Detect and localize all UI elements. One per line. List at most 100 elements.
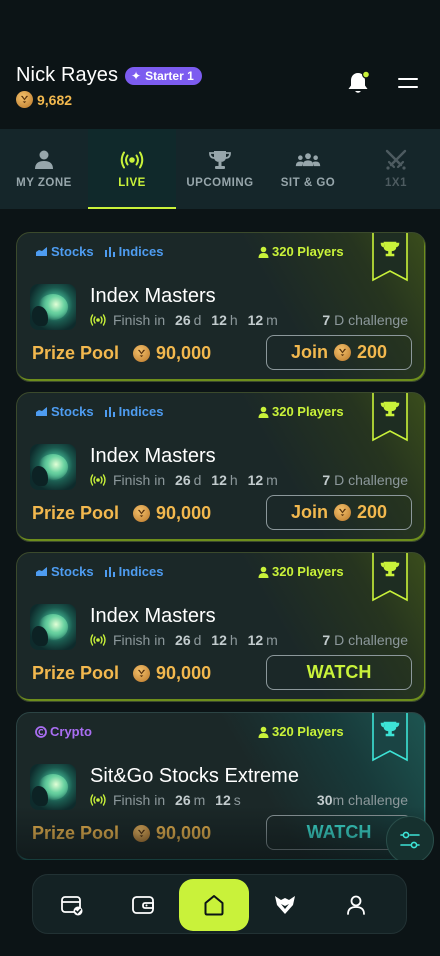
trophy-icon (209, 151, 231, 169)
nav-wallet[interactable] (108, 879, 178, 931)
coin-icon (133, 345, 151, 362)
tab-1x1[interactable]: 1X1 (352, 129, 440, 209)
indices-icon (104, 407, 115, 417)
tag-crypto: Crypto (35, 724, 92, 739)
indices-icon (104, 247, 115, 257)
coin-icon (133, 665, 151, 682)
tier-badge[interactable]: ✦ Starter 1 (125, 67, 202, 85)
indices-icon (104, 567, 115, 577)
broadcast-icon (120, 151, 144, 169)
players-count: 320 Players (258, 564, 344, 579)
crossed-swords-icon (385, 149, 407, 170)
coin-icon (16, 91, 33, 108)
app-header: Nick Rayes ✦ Starter 1 9,682 (0, 0, 440, 129)
finish-countdown: Finish in 26 d 12 h 12 m (90, 632, 278, 648)
tournament-thumbnail (30, 604, 76, 650)
finish-countdown: Finish in 26 d 12 h 12 m (90, 312, 278, 328)
card-tags: Crypto (35, 724, 92, 739)
tournament-title: Sit&Go Stocks Extreme (90, 765, 299, 787)
stocks-icon (36, 407, 47, 416)
trophy-ribbon-icon (372, 233, 408, 282)
finish-countdown: Finish in 26 d 12 h 12 m (90, 472, 278, 488)
trophy-ribbon-icon (372, 713, 408, 762)
tournament-card[interactable]: Stocks Indices 320 Players Index Masters… (16, 392, 426, 542)
group-icon (295, 153, 321, 167)
tag-indices: Indices (104, 244, 163, 259)
tab-live[interactable]: LIVE (88, 129, 176, 209)
tag-stocks: Stocks (35, 564, 94, 579)
prize-pool: Prize Pool 90,000 (32, 823, 212, 843)
filter-button[interactable] (386, 816, 434, 864)
sparkle-icon: ✦ (131, 69, 142, 83)
bell-icon[interactable] (346, 70, 370, 96)
prize-pool: Prize Pool 90,000 (32, 343, 212, 363)
person-icon (258, 246, 269, 258)
nav-home[interactable] (179, 879, 249, 931)
challenge-duration: 7 D challenge (322, 312, 408, 328)
trophy-ribbon-icon (372, 393, 408, 442)
wallet-icon (132, 896, 154, 914)
tier-badge-label: Starter 1 (145, 69, 194, 83)
tournament-thumbnail (30, 284, 76, 330)
tab-sit-and-go[interactable]: SIT & GO (264, 129, 352, 209)
card-tags: Stocks Indices (35, 564, 163, 579)
tournament-thumbnail (30, 444, 76, 490)
home-icon (204, 895, 224, 916)
tournament-card[interactable]: Stocks Indices 320 Players Index Masters… (16, 552, 426, 702)
join-button[interactable]: Join 200 (266, 495, 412, 530)
tournament-title: Index Masters (90, 605, 216, 627)
category-tabs: MY ZONE LIVE UPCOMING SIT & GO 1X1 (0, 129, 440, 209)
bottom-navigation (32, 874, 407, 934)
card-tags: Stocks Indices (35, 404, 163, 419)
tournament-thumbnail (30, 764, 76, 810)
finish-countdown: Finish in 26 m 12 s (90, 792, 241, 808)
coin-balance: 9,682 (16, 91, 72, 108)
tournament-title: Index Masters (90, 285, 216, 307)
person-icon (35, 150, 53, 169)
tab-my-zone[interactable]: MY ZONE (0, 129, 88, 209)
card-tags: Stocks Indices (35, 244, 163, 259)
players-count: 320 Players (258, 724, 344, 739)
person-icon (258, 726, 269, 738)
coin-icon (133, 825, 151, 842)
nav-wallet-check[interactable] (37, 879, 107, 931)
challenge-duration: 7 D challenge (322, 472, 408, 488)
person-icon (258, 566, 269, 578)
live-icon (90, 314, 106, 326)
person-icon (258, 406, 269, 418)
wallet-check-icon (61, 896, 83, 916)
user-name: Nick Rayes (16, 64, 119, 86)
tournament-card[interactable]: Crypto 320 Players Sit&Go Stocks Extreme… (16, 712, 426, 862)
live-icon (90, 634, 106, 646)
nav-profile[interactable] (321, 879, 391, 931)
coin-icon (133, 505, 151, 522)
live-icon (90, 794, 106, 806)
live-icon (90, 474, 106, 486)
prize-pool: Prize Pool 90,000 (32, 663, 212, 683)
players-count: 320 Players (258, 244, 344, 259)
filter-sliders-icon (400, 831, 420, 849)
trophy-ribbon-icon (372, 553, 408, 602)
tournament-title: Index Masters (90, 445, 216, 467)
tab-upcoming[interactable]: UPCOMING (176, 129, 264, 209)
tag-indices: Indices (104, 564, 163, 579)
challenge-duration: 30m challenge (316, 792, 408, 808)
players-count: 320 Players (258, 404, 344, 419)
tag-stocks: Stocks (35, 244, 94, 259)
watch-button[interactable]: WATCH (266, 655, 412, 690)
join-button[interactable]: Join 200 (266, 335, 412, 370)
stocks-icon (36, 567, 47, 576)
profile-icon (347, 895, 365, 915)
menu-icon[interactable] (398, 76, 418, 90)
tournament-card[interactable]: Stocks Indices 320 Players Index Masters… (16, 232, 426, 382)
crypto-icon (35, 725, 47, 738)
fox-icon (275, 896, 295, 914)
tag-indices: Indices (104, 404, 163, 419)
prize-pool: Prize Pool 90,000 (32, 503, 212, 523)
coin-balance-value: 9,682 (37, 91, 73, 108)
coin-icon (333, 504, 351, 521)
nav-fox[interactable] (250, 879, 320, 931)
tag-stocks: Stocks (35, 404, 94, 419)
challenge-duration: 7 D challenge (322, 632, 408, 648)
coin-icon (333, 344, 351, 361)
